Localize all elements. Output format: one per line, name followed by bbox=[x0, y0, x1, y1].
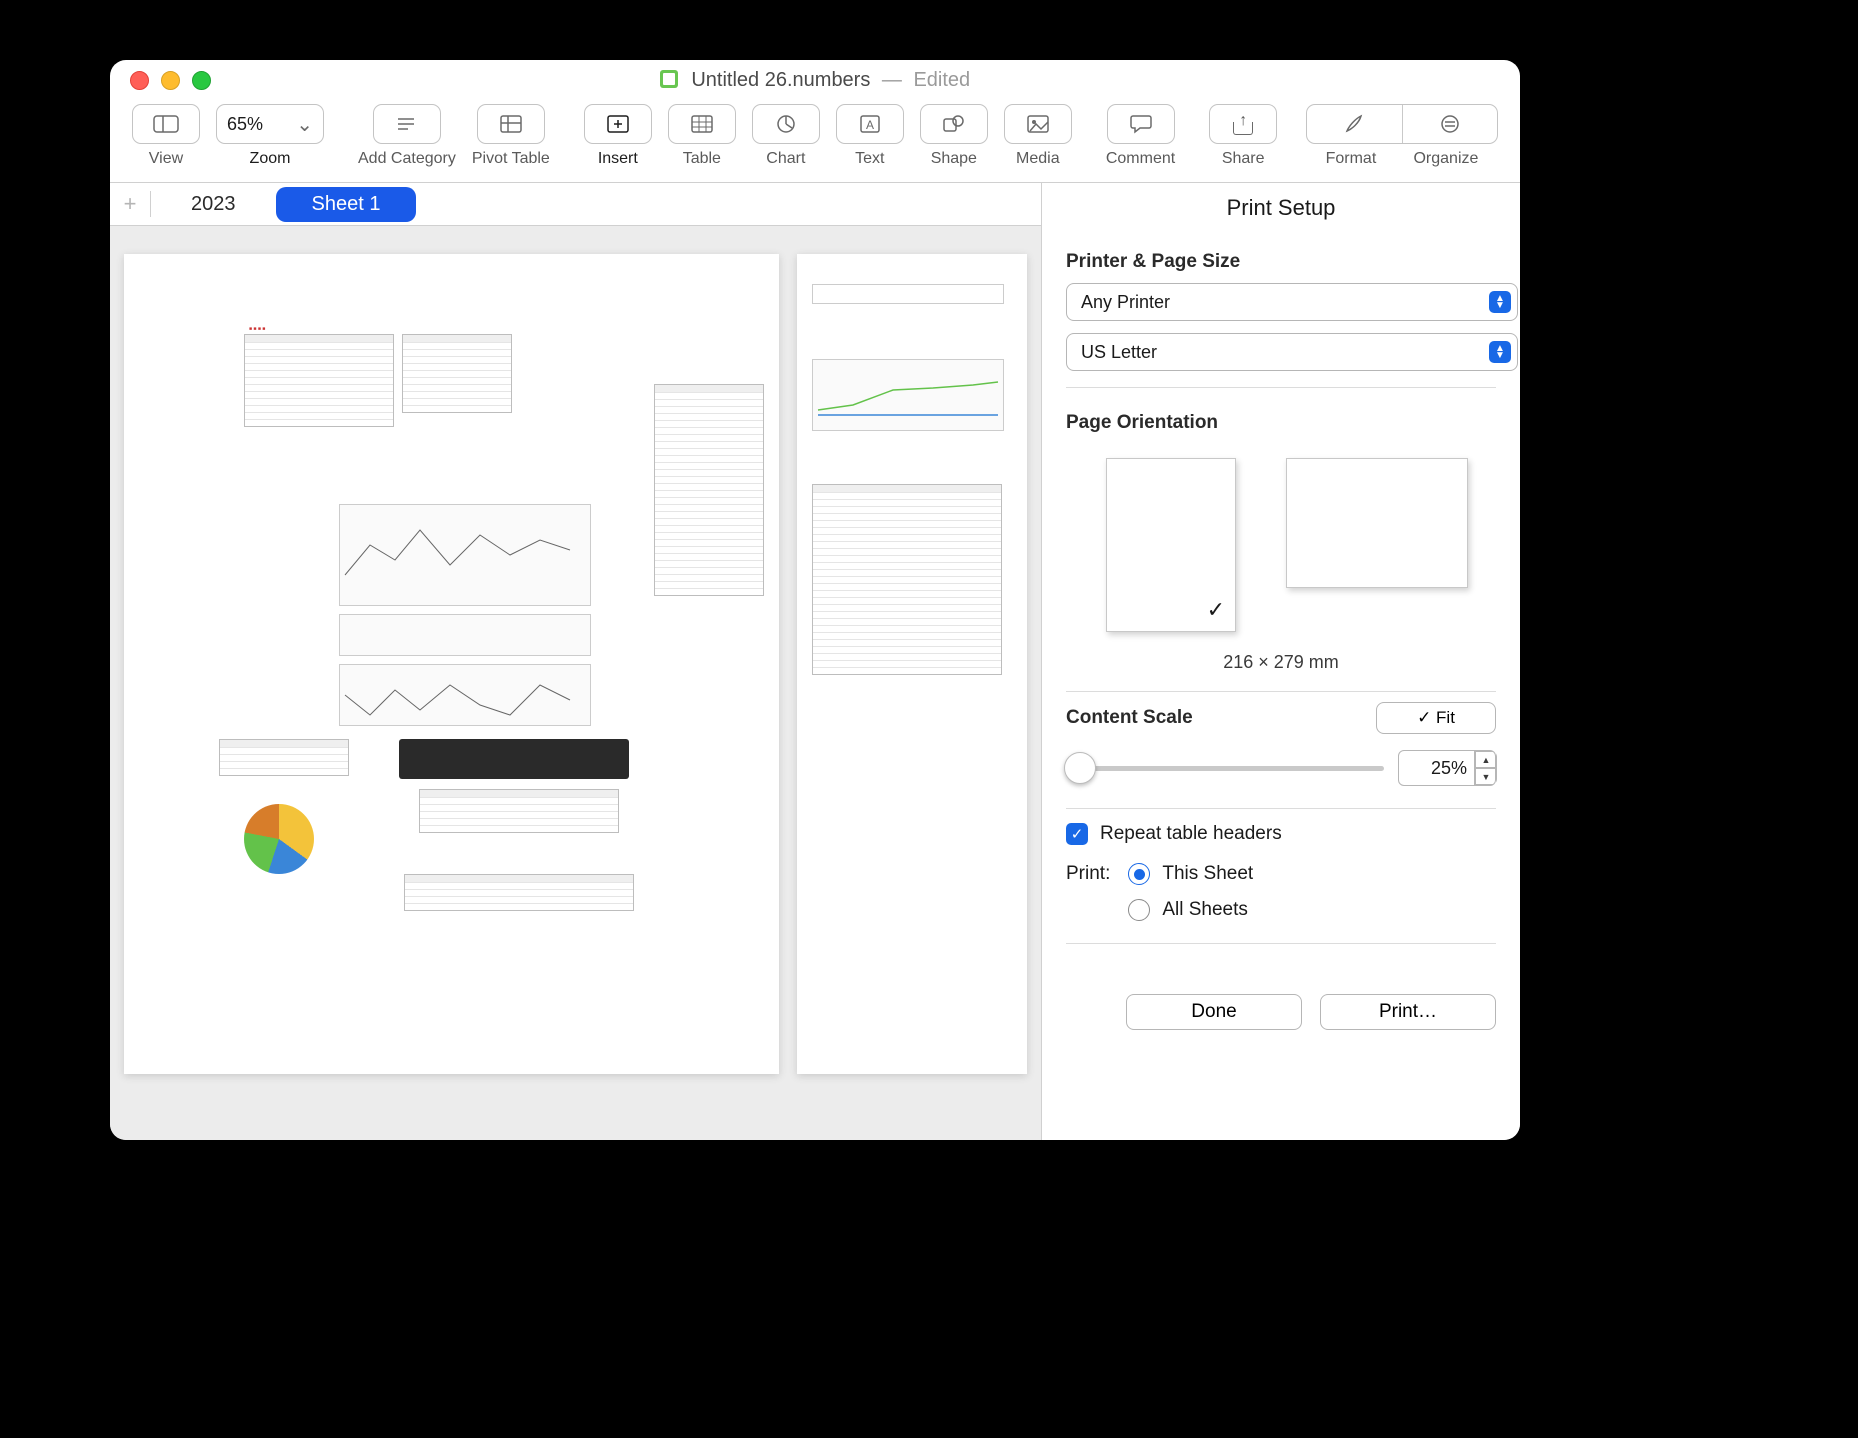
brush-icon bbox=[1343, 113, 1365, 135]
share-button[interactable] bbox=[1209, 104, 1277, 144]
media-button[interactable] bbox=[1004, 104, 1072, 144]
content-scale-field[interactable]: 25% ▲ ▼ bbox=[1398, 750, 1496, 786]
pivot-table-label: Pivot Table bbox=[472, 150, 550, 168]
done-button[interactable]: Done bbox=[1126, 994, 1302, 1030]
media-label: Media bbox=[1016, 150, 1060, 168]
text-button[interactable]: A bbox=[836, 104, 904, 144]
table-icon bbox=[691, 115, 713, 133]
fit-button[interactable]: ✓ Fit bbox=[1376, 702, 1496, 734]
list-plus-icon bbox=[396, 115, 418, 133]
repeat-headers-label: Repeat table headers bbox=[1100, 823, 1282, 845]
text-icon: A bbox=[860, 115, 880, 133]
share-label: Share bbox=[1222, 150, 1265, 168]
format-organize-segmented bbox=[1306, 104, 1498, 144]
content-scale-label: Content Scale bbox=[1066, 707, 1193, 729]
document-filename: Untitled 26.numbers bbox=[691, 69, 870, 91]
printer-page-size-label: Printer & Page Size bbox=[1066, 251, 1496, 273]
sliders-icon bbox=[1439, 113, 1461, 135]
content-scale-slider[interactable] bbox=[1066, 766, 1384, 771]
pivot-icon bbox=[500, 115, 522, 133]
tab-2023[interactable]: 2023 bbox=[155, 187, 272, 222]
media-icon bbox=[1027, 115, 1049, 133]
radio-all-sheets[interactable]: All Sheets bbox=[1128, 899, 1253, 921]
format-label: Format bbox=[1326, 150, 1377, 168]
print-page-1: ■ ■ ■ ■ bbox=[124, 254, 779, 1074]
orientation-landscape[interactable] bbox=[1286, 458, 1468, 588]
repeat-headers-checkbox[interactable]: ✓ bbox=[1066, 823, 1088, 845]
comment-icon bbox=[1130, 114, 1152, 134]
shape-icon bbox=[943, 114, 965, 134]
radio-this-sheet[interactable]: This Sheet bbox=[1128, 863, 1253, 885]
stepper-up-icon[interactable]: ▲ bbox=[1475, 751, 1497, 768]
check-icon: ✓ bbox=[1207, 597, 1225, 623]
updown-arrows-icon: ▲▼ bbox=[1489, 291, 1511, 313]
radio-icon bbox=[1128, 863, 1150, 885]
print-scope-label: Print: bbox=[1066, 863, 1110, 885]
orientation-dimensions: 216 × 279 mm bbox=[1066, 652, 1496, 673]
page-size-select[interactable]: US Letter ▲▼ bbox=[1066, 333, 1518, 371]
stepper-down-icon[interactable]: ▼ bbox=[1475, 768, 1497, 785]
title-bar: Untitled 26.numbers — Edited bbox=[110, 60, 1520, 100]
updown-arrows-icon: ▲▼ bbox=[1489, 341, 1511, 363]
table-button[interactable] bbox=[668, 104, 736, 144]
radio-icon bbox=[1128, 899, 1150, 921]
print-button[interactable]: Print… bbox=[1320, 994, 1496, 1030]
orientation-portrait[interactable]: ✓ bbox=[1106, 458, 1236, 632]
app-window: Untitled 26.numbers — Edited View 65% ⌄ … bbox=[110, 60, 1520, 1140]
table-label: Table bbox=[683, 150, 721, 168]
sidebar-icon bbox=[153, 115, 179, 133]
window-title: Untitled 26.numbers — Edited bbox=[110, 69, 1520, 92]
insert-button[interactable] bbox=[584, 104, 652, 144]
insert-icon bbox=[607, 115, 629, 133]
chevron-down-icon: ⌄ bbox=[296, 112, 313, 137]
svg-text:A: A bbox=[866, 118, 874, 132]
page-orientation-label: Page Orientation bbox=[1066, 412, 1496, 434]
view-button[interactable] bbox=[132, 104, 200, 144]
printer-select-value: Any Printer bbox=[1081, 292, 1170, 313]
chart-button[interactable] bbox=[752, 104, 820, 144]
content-area: + 2023 Sheet 1 ■ ■ ■ ■ bbox=[110, 183, 1520, 1140]
zoom-label: Zoom bbox=[250, 150, 291, 168]
chart-icon bbox=[776, 114, 796, 134]
organize-label: Organize bbox=[1413, 150, 1478, 168]
document-edited-status: Edited bbox=[913, 69, 970, 91]
view-label: View bbox=[149, 150, 183, 168]
comment-label: Comment bbox=[1106, 150, 1175, 168]
chart-label: Chart bbox=[766, 150, 805, 168]
pivot-table-button[interactable] bbox=[477, 104, 545, 144]
page-size-select-value: US Letter bbox=[1081, 342, 1157, 363]
tab-separator bbox=[150, 191, 151, 217]
text-label: Text bbox=[855, 150, 884, 168]
tab-sheet-1[interactable]: Sheet 1 bbox=[276, 187, 417, 222]
numbers-document-icon bbox=[660, 70, 678, 88]
sidebar-title: Print Setup bbox=[1066, 195, 1496, 221]
print-page-2 bbox=[797, 254, 1027, 1074]
add-category-button[interactable] bbox=[373, 104, 441, 144]
title-separator: — bbox=[882, 69, 902, 91]
add-sheet-button[interactable]: + bbox=[110, 191, 150, 217]
slider-knob[interactable] bbox=[1064, 752, 1096, 784]
content-scale-stepper[interactable]: ▲ ▼ bbox=[1474, 751, 1497, 785]
printer-select[interactable]: Any Printer ▲▼ bbox=[1066, 283, 1518, 321]
print-preview-canvas[interactable]: ■ ■ ■ ■ bbox=[110, 226, 1041, 1140]
format-button[interactable] bbox=[1307, 113, 1402, 135]
radio-all-sheets-label: All Sheets bbox=[1162, 899, 1248, 921]
zoom-value: 65% bbox=[227, 114, 263, 135]
add-category-label: Add Category bbox=[358, 150, 456, 168]
toolbar: View 65% ⌄ Zoom Add Category Pivot Table bbox=[110, 100, 1520, 183]
shape-label: Shape bbox=[931, 150, 977, 168]
radio-this-sheet-label: This Sheet bbox=[1162, 863, 1253, 885]
organize-button[interactable] bbox=[1403, 113, 1498, 135]
comment-button[interactable] bbox=[1107, 104, 1175, 144]
sheet-tabs: + 2023 Sheet 1 bbox=[110, 183, 1041, 226]
zoom-button[interactable]: 65% ⌄ bbox=[216, 104, 324, 144]
insert-label: Insert bbox=[598, 150, 638, 168]
print-setup-sidebar: Print Setup Printer & Page Size Any Prin… bbox=[1041, 183, 1520, 1140]
shape-button[interactable] bbox=[920, 104, 988, 144]
